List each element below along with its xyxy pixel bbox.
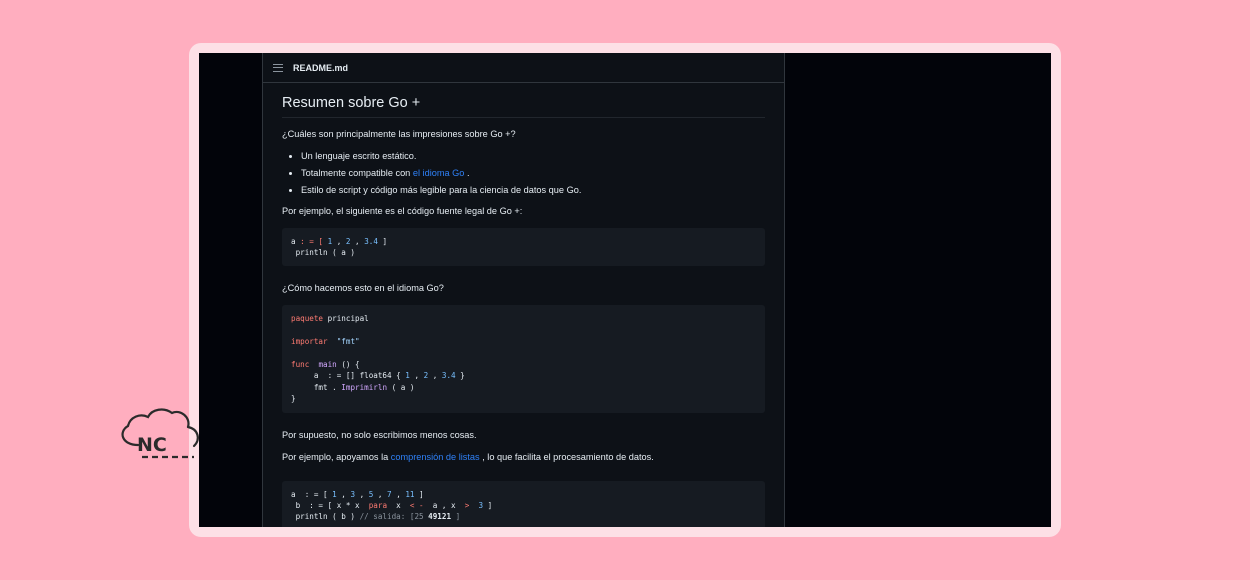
list-item: Un lenguaje escrito estático. <box>301 151 765 163</box>
intro-text: ¿Cuáles son principalmente las impresion… <box>282 128 516 139</box>
how-text: ¿Cómo hacemos esto en el idioma Go? <box>282 283 444 294</box>
list-comprehension-text: Por ejemplo, apoyamos la comprensión de … <box>282 451 654 462</box>
features-list: Un lenguaje escrito estático. Totalmente… <box>301 151 765 197</box>
less-text: Por supuesto, no solo escribimos menos c… <box>282 429 477 440</box>
go-language-link[interactable]: el idioma Go <box>413 168 465 178</box>
page-title: Resumen sobre Go + <box>282 94 765 118</box>
readme-content: Resumen sobre Go + ¿Cuáles son principal… <box>263 83 784 527</box>
dark-screen: README.md Resumen sobre Go + ¿Cuáles son… <box>199 53 1051 527</box>
screenshot-frame: README.md Resumen sobre Go + ¿Cuáles son… <box>189 43 1061 537</box>
list-icon[interactable] <box>273 63 283 72</box>
cloud-icon: NC <box>121 408 199 459</box>
readme-header: README.md <box>263 53 784 83</box>
list-item: Estilo de script y código más legible pa… <box>301 185 765 197</box>
code-block-go[interactable]: paquete principal importar "fmt" func ma… <box>282 305 765 413</box>
readme-filename: README.md <box>293 62 349 73</box>
list-item: Totalmente compatible con el idioma Go . <box>301 168 765 180</box>
list-comprehension-link[interactable]: comprensión de listas <box>391 452 480 462</box>
example-text: Por ejemplo, el siguiente es el código f… <box>282 205 523 216</box>
readme-panel: README.md Resumen sobre Go + ¿Cuáles son… <box>262 53 785 527</box>
logo-text: NC <box>137 434 167 456</box>
code-block-comprehension[interactable]: a : = [ 1 , 3 , 5 , 7 , 11 ] b : = [ x *… <box>282 480 765 527</box>
code-block-goplus[interactable]: a : = [ 1 , 2 , 3.4 ] println ( a ) <box>282 227 765 267</box>
